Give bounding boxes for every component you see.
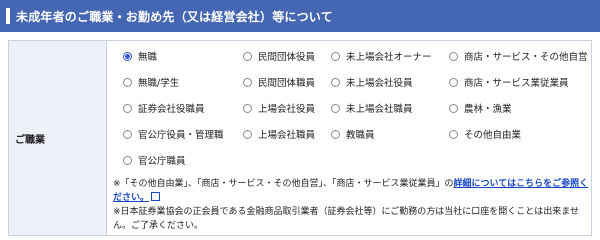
option-row[interactable]: 商店・サービス・その他自営 — [449, 49, 588, 63]
option-row[interactable]: 無職 — [123, 49, 157, 63]
option-label: 未上場会社役員 — [346, 78, 413, 89]
radio-icon[interactable] — [243, 103, 252, 113]
radio-icon[interactable] — [243, 77, 252, 87]
option-row[interactable]: 商店・サービス業従業員 — [449, 75, 569, 89]
option-row[interactable]: 未上場会社職員 — [331, 101, 413, 115]
radio-icon[interactable] — [449, 103, 458, 113]
occupation-table: ご職業 無職 民間団体役員 未上場会社オーナー 商店・サービス・その他自営 無職… — [8, 40, 592, 236]
occupation-options: 無職 民間団体役員 未上場会社オーナー 商店・サービス・その他自営 無職/学生 … — [107, 41, 591, 235]
occupation-label: ご職業 — [15, 135, 45, 146]
label-column: ご職業 — [9, 41, 107, 235]
radio-icon[interactable] — [449, 51, 458, 61]
option-label: その他自由業 — [464, 130, 522, 141]
option-row[interactable]: 未上場会社役員 — [331, 75, 413, 89]
option-label: 証券会社役職員 — [138, 104, 205, 115]
radio-icon[interactable] — [123, 129, 132, 139]
option-row[interactable]: 上場会社職員 — [243, 127, 315, 141]
external-link-icon[interactable] — [151, 192, 161, 201]
notes: ※「その他自由業」、「商店・サービス・その他自営」、「商店・サービス業従業員」の… — [113, 177, 593, 233]
option-row[interactable]: 官公庁職員 — [123, 153, 186, 167]
option-row[interactable]: 民間団体職員 — [243, 75, 315, 89]
radio-icon[interactable] — [123, 51, 132, 61]
radio-icon[interactable] — [331, 103, 340, 113]
option-label: 教職員 — [346, 130, 375, 141]
note-2: ※日本証券業協会の正会員である金融商品取引業者（証券会社等）にご勤務の方は当社に… — [113, 207, 580, 231]
note-1: ※「その他自由業」、「商店・サービス・その他自営」、「商店・サービス業従業員」の… — [113, 177, 593, 205]
option-row[interactable]: 証券会社役職員 — [123, 101, 205, 115]
option-label: 官公庁役員・管理職 — [138, 130, 224, 141]
option-label: 上場会社職員 — [258, 130, 316, 141]
option-row[interactable]: 民間団体役員 — [243, 49, 315, 63]
radio-icon[interactable] — [123, 103, 132, 113]
option-label: 民間団体役員 — [258, 52, 316, 63]
option-label: 未上場会社職員 — [346, 104, 413, 115]
section-header: 未成年者のご職業・お勤め先（又は経営会社）等について — [0, 0, 600, 32]
radio-icon[interactable] — [331, 77, 340, 87]
radio-icon[interactable] — [243, 51, 252, 61]
radio-icon[interactable] — [123, 155, 132, 165]
radio-icon[interactable] — [123, 77, 132, 87]
option-label: 無職 — [138, 52, 158, 63]
option-label: 無職/学生 — [138, 78, 180, 89]
option-row[interactable]: 未上場会社オーナー — [331, 49, 432, 63]
option-label: 商店・サービス業従業員 — [464, 78, 569, 89]
option-label: 商店・サービス・その他自営 — [464, 52, 588, 63]
header-accent-bar — [6, 8, 10, 24]
option-label: 上場会社役員 — [258, 104, 316, 115]
radio-icon[interactable] — [331, 129, 340, 139]
section-title: 未成年者のご職業・お勤め先（又は経営会社）等について — [16, 9, 333, 24]
option-label: 官公庁職員 — [138, 156, 186, 167]
radio-icon[interactable] — [449, 129, 458, 139]
option-label: 農林・漁業 — [464, 104, 512, 115]
option-row[interactable]: 農林・漁業 — [449, 101, 512, 115]
note-1-text: ※「その他自由業」、「商店・サービス・その他自営」、「商店・サービス業従業員」の — [113, 179, 454, 189]
option-row[interactable]: 官公庁役員・管理職 — [123, 127, 224, 141]
option-row[interactable]: その他自由業 — [449, 127, 521, 141]
radio-icon[interactable] — [449, 77, 458, 87]
option-row[interactable]: 無職/学生 — [123, 75, 179, 89]
option-row[interactable]: 上場会社役員 — [243, 101, 315, 115]
radio-icon[interactable] — [331, 51, 340, 61]
option-label: 民間団体職員 — [258, 78, 316, 89]
radio-icon[interactable] — [243, 129, 252, 139]
option-label: 未上場会社オーナー — [346, 52, 432, 63]
option-row[interactable]: 教職員 — [331, 127, 375, 141]
